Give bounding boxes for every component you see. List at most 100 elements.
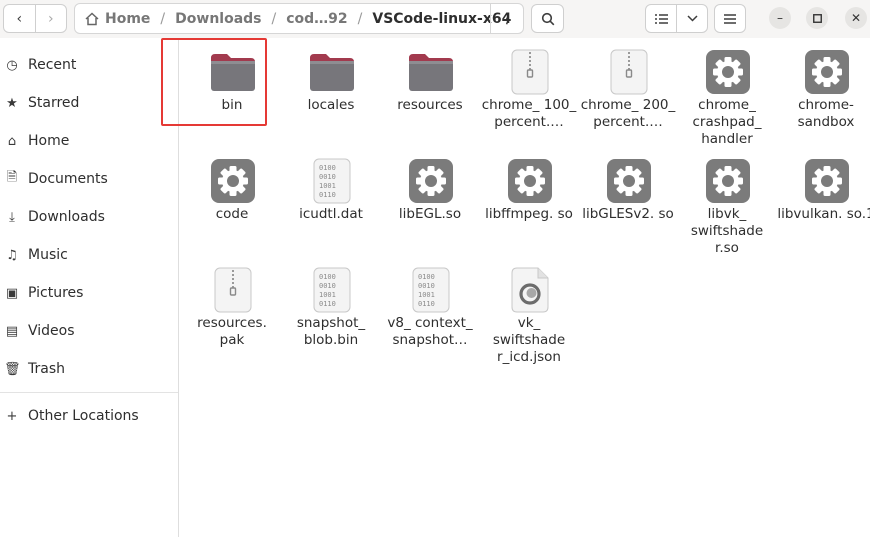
folder-icon bbox=[310, 54, 354, 91]
sidebar-item-label: Documents bbox=[28, 171, 108, 187]
file-name: icudtl.dat bbox=[299, 206, 363, 222]
sidebar-item-home[interactable]: ⌂ Home bbox=[0, 126, 178, 156]
sidebar-item-label: Pictures bbox=[28, 285, 84, 301]
plus-icon: + bbox=[6, 408, 18, 424]
file-item-chrome-crashpad-handler[interactable]: chrome_ crashpad_ handler bbox=[678, 38, 776, 148]
file-name: chrome_ crashpad_ handler bbox=[692, 97, 762, 147]
sidebar-item-label: Other Locations bbox=[28, 408, 139, 424]
file-item-libvulkan[interactable]: libvulkan. so.1 bbox=[777, 147, 870, 242]
sidebar-item-documents[interactable]: 🗎 Documents bbox=[0, 164, 178, 194]
path-bar: Home / Downloads / cod…92 / VSCode-linux… bbox=[74, 3, 524, 34]
archive-icon bbox=[610, 49, 648, 95]
file-item-chrome-100-percent[interactable]: chrome_ 100_ percent.… bbox=[480, 38, 578, 148]
file-item-chrome-sandbox[interactable]: chrome- sandbox bbox=[777, 38, 870, 133]
chevron-down-icon bbox=[686, 15, 698, 22]
file-name: resources. pak bbox=[197, 315, 267, 348]
file-item-locales[interactable]: locales bbox=[282, 38, 380, 133]
file-name: chrome- sandbox bbox=[797, 97, 855, 130]
view-dropdown-button[interactable] bbox=[676, 5, 707, 32]
svg-text:1001: 1001 bbox=[418, 291, 435, 299]
binary-file-icon: 0100001010010110 bbox=[313, 267, 351, 313]
file-name: chrome_ 100_ percent.… bbox=[481, 97, 577, 130]
executable-gear-icon bbox=[409, 159, 453, 203]
breadcrumb-home[interactable]: Home bbox=[105, 11, 150, 27]
file-name: libGLESv2. so bbox=[582, 206, 674, 222]
video-icon: ▤ bbox=[5, 323, 19, 339]
svg-text:0100: 0100 bbox=[418, 273, 435, 281]
folder-icon bbox=[409, 54, 453, 91]
back-arrow-icon: ‹ bbox=[16, 10, 23, 27]
executable-gear-icon bbox=[211, 159, 255, 203]
vertical-dots-icon: ⋮ bbox=[500, 10, 514, 27]
file-name: vk_ swiftshade r_icd.json bbox=[492, 315, 566, 365]
star-icon: ★ bbox=[6, 95, 18, 111]
minimize-button[interactable]: – bbox=[769, 7, 791, 29]
file-name: snapshot_ blob.bin bbox=[296, 315, 366, 348]
file-item-vk-swiftshader-icd[interactable]: vk_ swiftshade r_icd.json bbox=[480, 256, 578, 366]
breadcrumb-separator: / bbox=[357, 10, 363, 27]
sidebar-item-label: Recent bbox=[28, 57, 77, 73]
svg-text:0100: 0100 bbox=[319, 273, 336, 281]
file-item-libegl[interactable]: libEGL.so bbox=[381, 147, 479, 242]
sidebar-divider bbox=[0, 392, 178, 393]
sidebar-item-label: Videos bbox=[28, 323, 75, 339]
view-options bbox=[645, 4, 708, 33]
list-view-button[interactable] bbox=[646, 5, 676, 32]
header-bar: ‹ › Home / Downloads / cod…92 / VSCode-l… bbox=[0, 0, 870, 38]
breadcrumb-code-folder[interactable]: cod…92 bbox=[286, 11, 347, 27]
document-icon: 🗎 bbox=[6, 170, 18, 185]
svg-text:0110: 0110 bbox=[319, 300, 336, 308]
close-button[interactable]: ✕ bbox=[845, 7, 867, 29]
binary-file-icon: 0100001010010110 bbox=[412, 267, 450, 313]
svg-text:0010: 0010 bbox=[418, 282, 435, 290]
breadcrumb-separator: / bbox=[160, 10, 166, 27]
file-grid: bin locales resources chrome_ 100_ perce… bbox=[183, 38, 870, 537]
file-item-chrome-200-percent[interactable]: chrome_ 200_ percent.… bbox=[579, 38, 677, 148]
file-item-v8-context-snapshot[interactable]: 0100 0010 1001 0110 v8_ context_ snapshot… bbox=[381, 256, 479, 366]
file-item-libvk-swiftshader[interactable]: libvk_ swiftshade r.so bbox=[678, 147, 776, 257]
file-item-snapshot-blob[interactable]: 0100 0010 1001 0110 snapshot_ blob.bin bbox=[282, 256, 380, 351]
download-icon: ⤓ bbox=[9, 209, 15, 225]
svg-text:0010: 0010 bbox=[319, 173, 336, 181]
breadcrumb-downloads[interactable]: Downloads bbox=[175, 11, 261, 27]
music-icon: ♫ bbox=[6, 247, 18, 263]
file-item-libffmpeg[interactable]: libffmpeg. so bbox=[480, 147, 578, 242]
sidebar-item-other-locations[interactable]: + Other Locations bbox=[0, 401, 178, 431]
file-item-libglesv2[interactable]: libGLESv2. so bbox=[579, 147, 677, 242]
forward-arrow-icon: › bbox=[47, 10, 54, 27]
picture-icon: ▣ bbox=[5, 285, 19, 301]
sidebar-item-label: Downloads bbox=[28, 209, 105, 225]
svg-text:0110: 0110 bbox=[418, 300, 435, 308]
sidebar-item-trash[interactable]: 🗑 Trash bbox=[0, 354, 178, 384]
json-file-icon bbox=[511, 267, 549, 313]
sidebar-item-downloads[interactable]: ⤓ Downloads bbox=[0, 202, 178, 232]
hamburger-icon bbox=[724, 13, 736, 24]
svg-text:1001: 1001 bbox=[319, 291, 336, 299]
maximize-button[interactable] bbox=[806, 7, 828, 29]
file-item-icudtl[interactable]: 0100 0010 1001 0110 icudtl.dat bbox=[282, 147, 380, 242]
file-name: locales bbox=[307, 97, 355, 113]
path-menu-button[interactable]: ⋮ bbox=[490, 4, 523, 33]
sidebar-item-starred[interactable]: ★ Starred bbox=[0, 88, 178, 118]
trash-icon: 🗑 bbox=[4, 361, 21, 377]
file-name: chrome_ 200_ percent.… bbox=[580, 97, 676, 130]
file-name: resources bbox=[397, 97, 463, 113]
executable-gear-icon bbox=[805, 159, 849, 203]
file-item-code[interactable]: code bbox=[183, 147, 281, 242]
file-item-resources[interactable]: resources bbox=[381, 38, 479, 133]
sidebar-item-videos[interactable]: ▤ Videos bbox=[0, 316, 178, 346]
breadcrumb-separator: / bbox=[271, 10, 277, 27]
main-menu-button[interactable] bbox=[714, 4, 746, 33]
forward-button[interactable]: › bbox=[34, 5, 67, 32]
svg-text:1001: 1001 bbox=[319, 182, 336, 190]
search-button[interactable] bbox=[531, 4, 564, 33]
sidebar-item-recent[interactable]: ◷ Recent bbox=[0, 50, 178, 80]
sidebar-item-music[interactable]: ♫ Music bbox=[0, 240, 178, 270]
file-item-resources-pak[interactable]: resources. pak bbox=[183, 256, 281, 351]
sidebar-item-pictures[interactable]: ▣ Pictures bbox=[0, 278, 178, 308]
archive-icon bbox=[511, 49, 549, 95]
file-name: v8_ context_ snapshot… bbox=[387, 315, 473, 348]
minimize-icon: – bbox=[777, 11, 783, 25]
file-name: libvk_ swiftshade r.so bbox=[690, 206, 764, 256]
back-button[interactable]: ‹ bbox=[4, 5, 35, 32]
